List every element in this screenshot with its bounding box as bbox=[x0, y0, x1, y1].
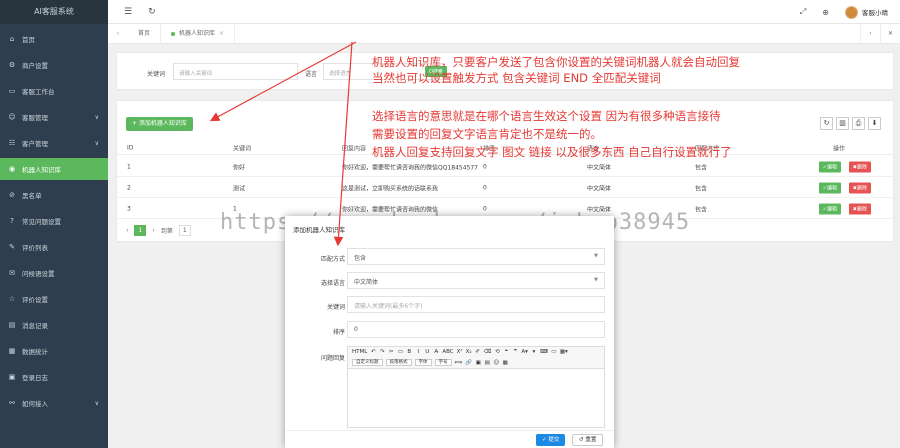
arrow-to-add-button bbox=[209, 41, 357, 122]
annotation-arrows bbox=[209, 41, 357, 247]
arrow-to-modal bbox=[333, 41, 353, 247]
